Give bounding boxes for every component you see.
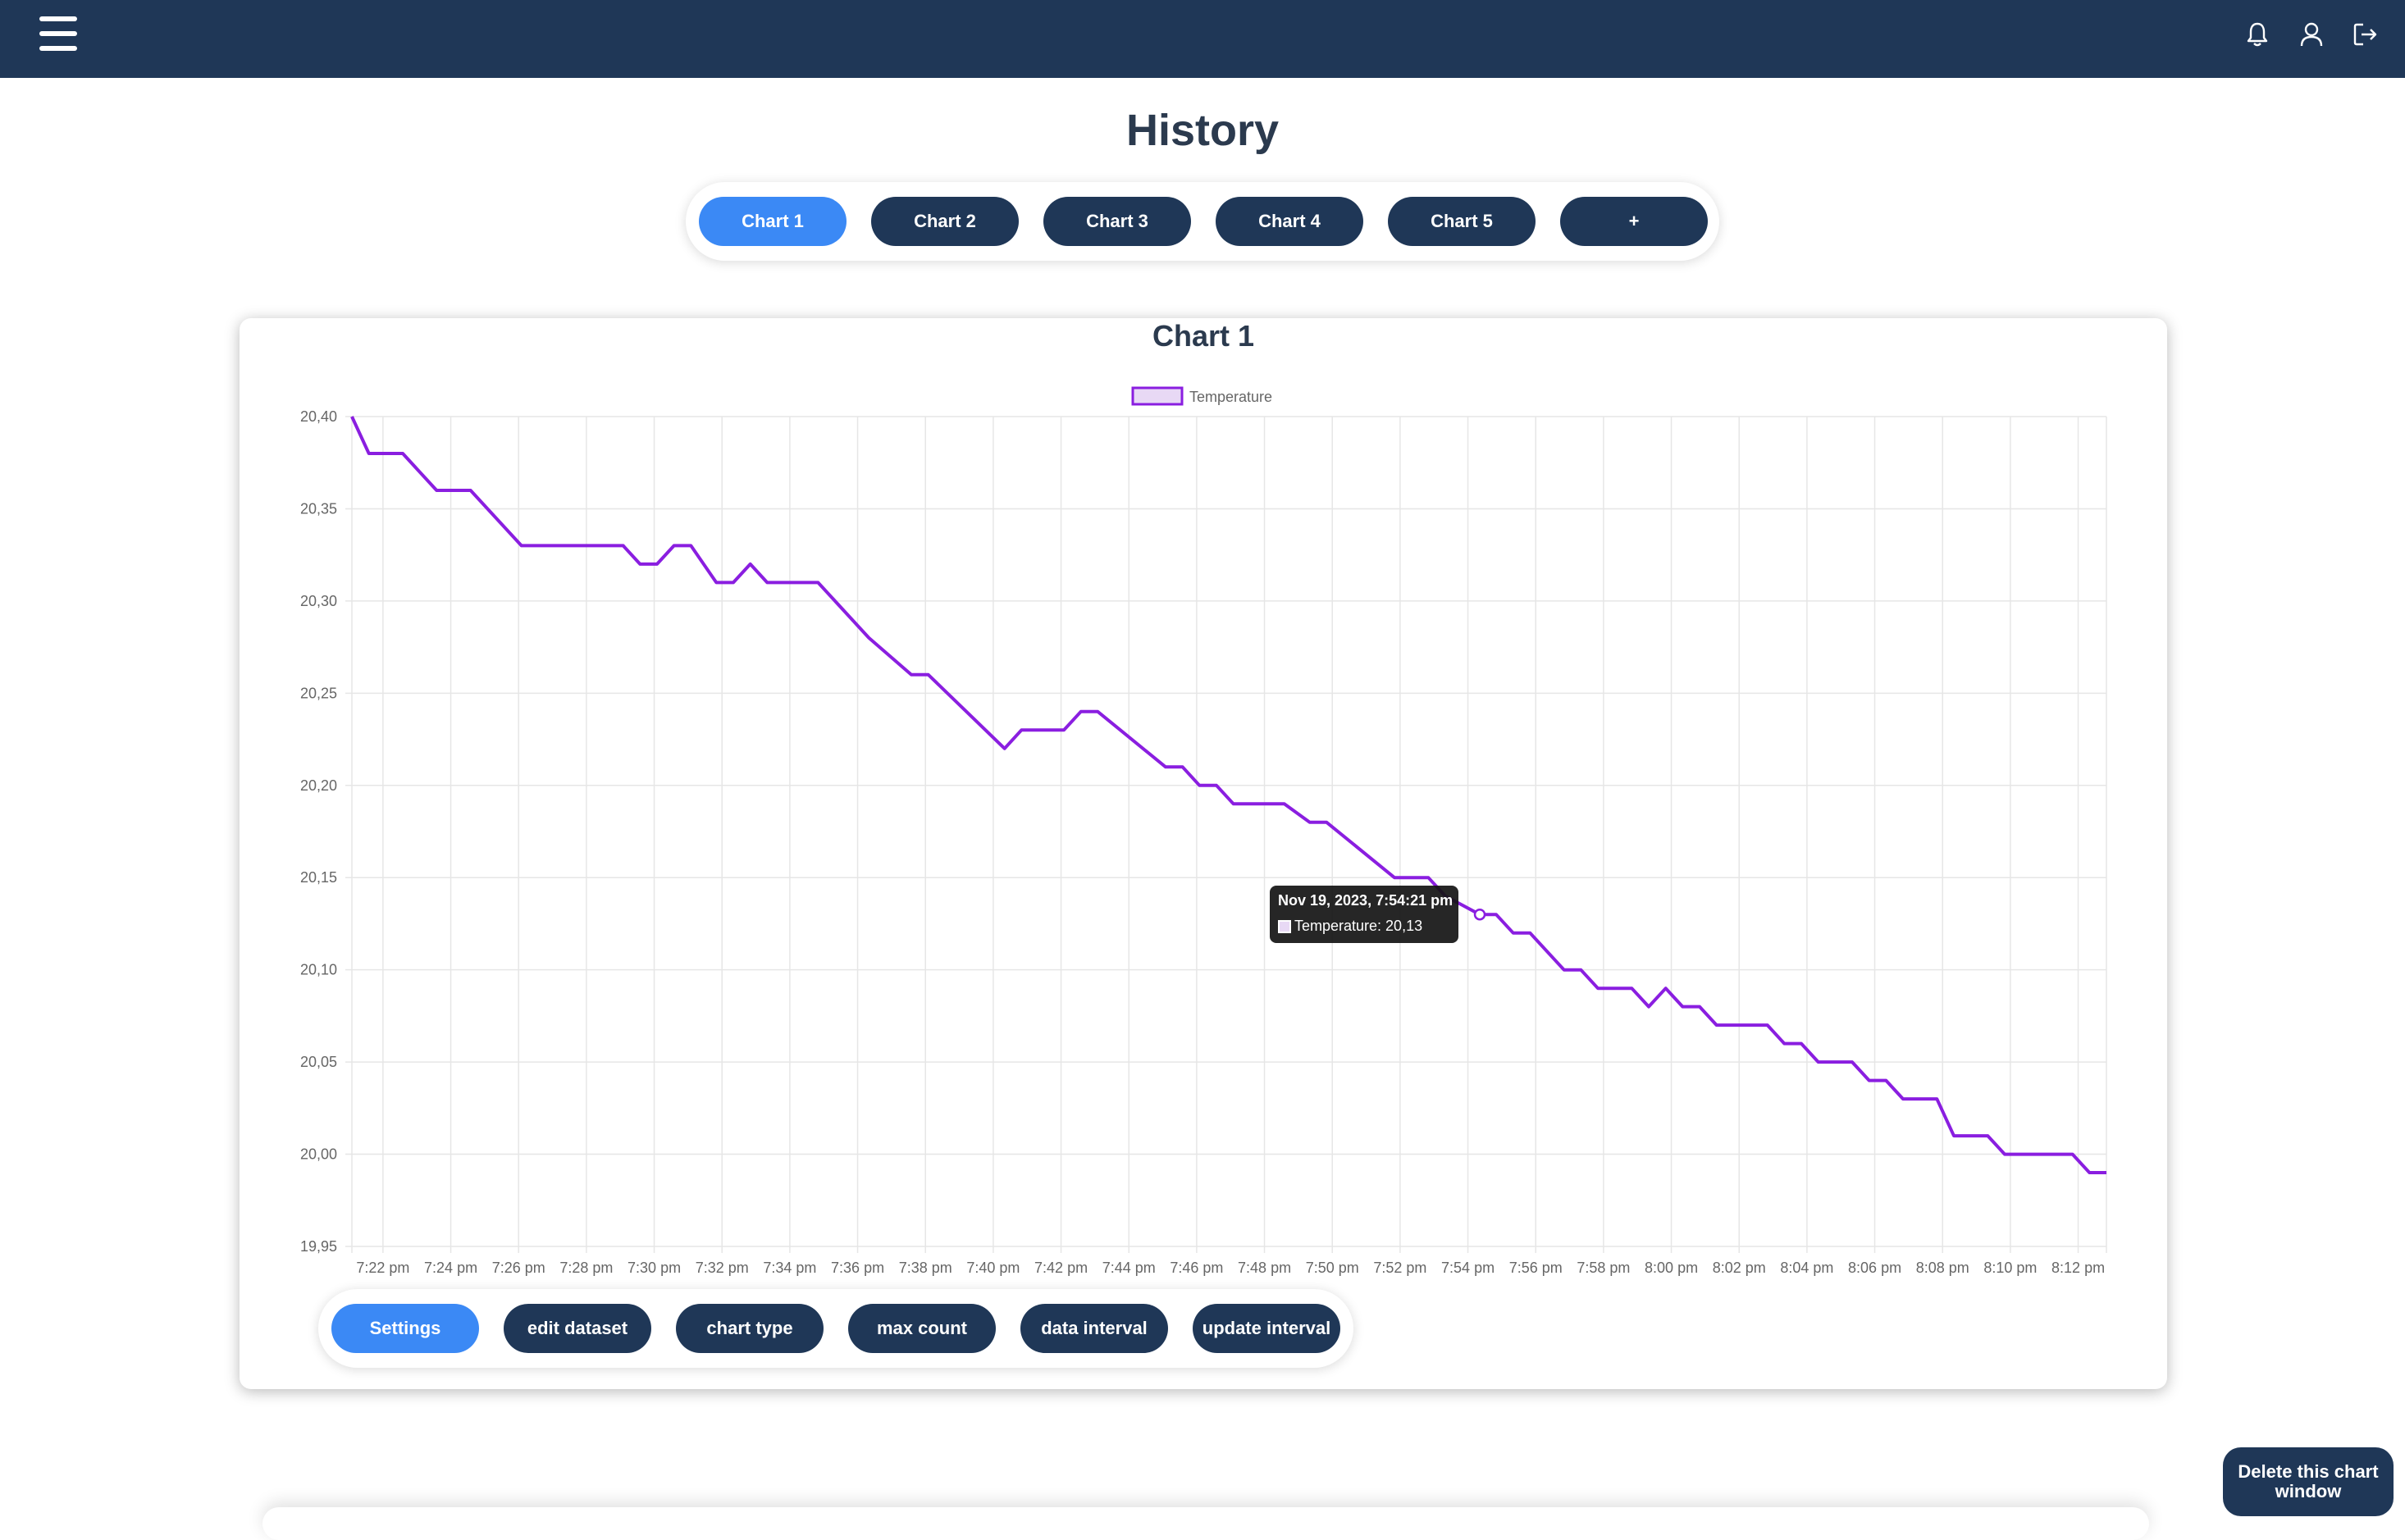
delete-chart-window-button[interactable]: Delete this chart window — [2223, 1447, 2394, 1516]
hover-point — [1473, 908, 1486, 921]
x-tick-label: 7:38 pm — [899, 1260, 952, 1276]
x-tick-label: 7:46 pm — [1170, 1260, 1223, 1276]
x-tick-label: 8:00 pm — [1645, 1260, 1698, 1276]
chart-type-button[interactable]: chart type — [676, 1304, 824, 1353]
y-tick-label: 20,05 — [300, 1054, 337, 1070]
y-tick-label: 20,15 — [300, 869, 337, 886]
y-tick-label: 20,20 — [300, 777, 337, 794]
chart-tooltip: Nov 19, 2023, 7:54:21 pm Temperature: 20… — [1270, 886, 1458, 943]
edit-dataset-button[interactable]: edit dataset — [504, 1304, 651, 1353]
y-tick-label: 20,30 — [300, 593, 337, 609]
x-tick-label: 7:56 pm — [1509, 1260, 1563, 1276]
x-tick-label: 7:32 pm — [696, 1260, 749, 1276]
x-tick-label: 7:54 pm — [1441, 1260, 1495, 1276]
x-tick-label: 7:58 pm — [1577, 1260, 1630, 1276]
x-tick-label: 7:50 pm — [1306, 1260, 1359, 1276]
next-card-edge — [262, 1507, 2149, 1540]
x-tick-label: 7:52 pm — [1373, 1260, 1426, 1276]
settings-button[interactable]: Settings — [331, 1304, 479, 1353]
y-tick-label: 20,35 — [300, 500, 337, 517]
x-tick-label: 7:30 pm — [627, 1260, 681, 1276]
tooltip-title: Nov 19, 2023, 7:54:21 pm — [1278, 892, 1453, 909]
max-count-button[interactable]: max count — [848, 1304, 996, 1353]
x-tick-label: 8:02 pm — [1713, 1260, 1766, 1276]
data-interval-button[interactable]: data interval — [1020, 1304, 1168, 1353]
x-tick-label: 7:48 pm — [1238, 1260, 1291, 1276]
x-tick-label: 7:22 pm — [356, 1260, 409, 1276]
temperature-series-line — [350, 416, 2106, 1174]
x-tick-label: 7:34 pm — [763, 1260, 816, 1276]
y-tick-label: 20,00 — [300, 1146, 337, 1163]
x-tick-label: 7:40 pm — [966, 1260, 1020, 1276]
tooltip-label: Temperature: 20,13 — [1294, 918, 1423, 934]
x-tick-label: 8:10 pm — [1983, 1260, 2037, 1276]
chart-settings-bar: Settings edit dataset chart type max cou… — [318, 1289, 1353, 1368]
x-tick-label: 8:06 pm — [1848, 1260, 1901, 1276]
y-tick-label: 20,25 — [300, 685, 337, 701]
tooltip-swatch — [1278, 919, 1291, 933]
y-tick-label: 19,95 — [300, 1238, 337, 1255]
x-tick-label: 8:04 pm — [1780, 1260, 1833, 1276]
x-tick-label: 7:44 pm — [1102, 1260, 1156, 1276]
y-tick-label: 20,40 — [300, 408, 337, 425]
x-tick-label: 7:24 pm — [424, 1260, 477, 1276]
x-tick-label: 8:12 pm — [2051, 1260, 2105, 1276]
x-tick-label: 7:26 pm — [492, 1260, 545, 1276]
x-tick-label: 8:08 pm — [1916, 1260, 1969, 1276]
y-tick-label: 20,10 — [300, 962, 337, 978]
update-interval-button[interactable]: update interval — [1193, 1304, 1340, 1353]
x-tick-label: 7:36 pm — [831, 1260, 884, 1276]
legend-label: Temperature — [1189, 389, 1272, 405]
x-tick-label: 7:28 pm — [559, 1260, 613, 1276]
legend-swatch — [1131, 386, 1184, 406]
x-tick-label: 7:42 pm — [1034, 1260, 1088, 1276]
